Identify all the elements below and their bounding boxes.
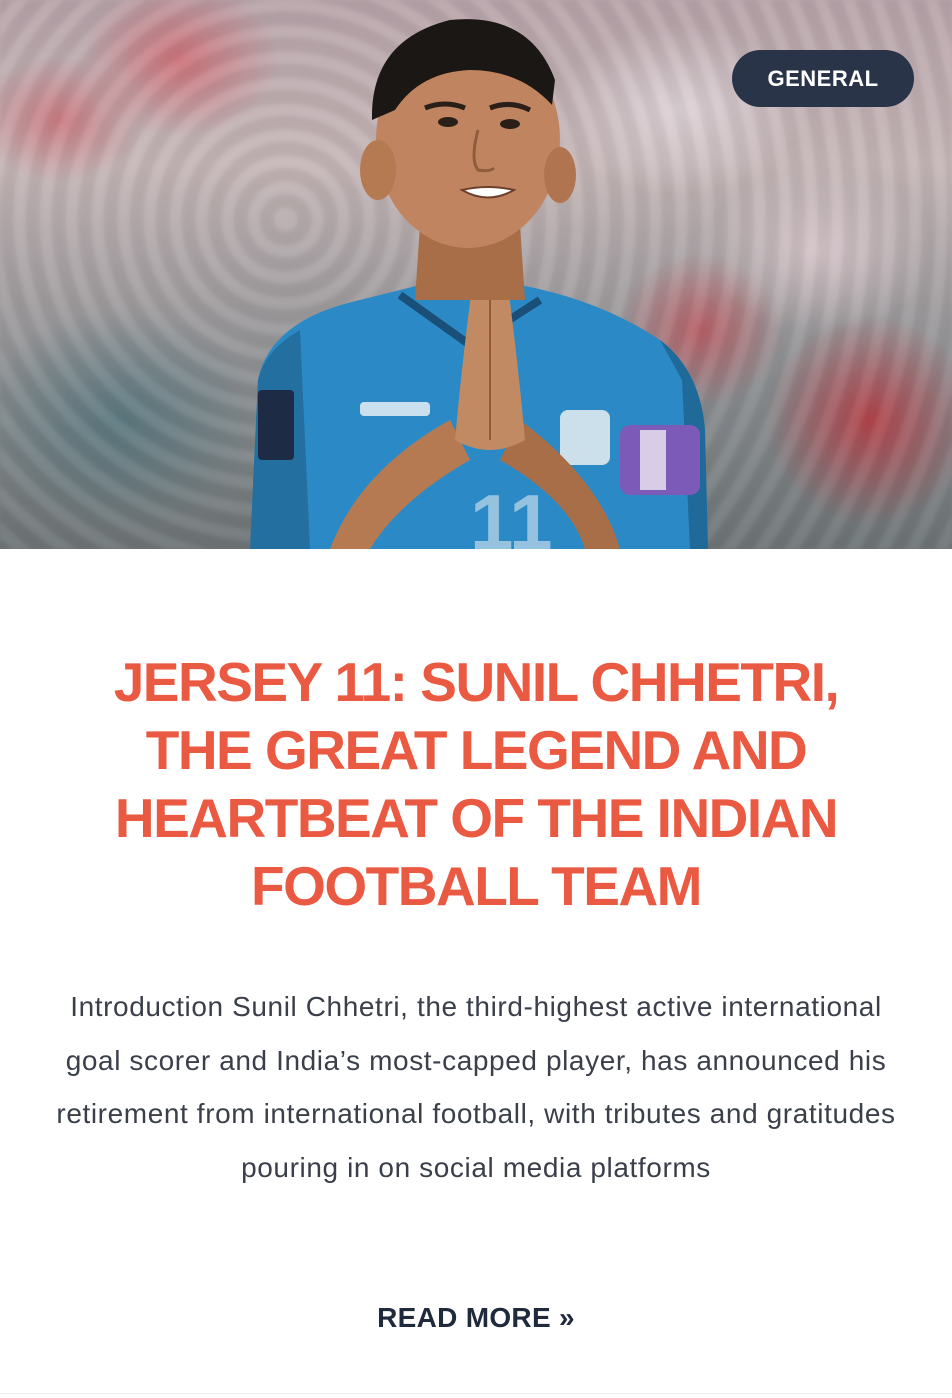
svg-text:11: 11 xyxy=(470,478,552,549)
featured-image[interactable]: 11 GENERAL xyxy=(0,0,952,549)
read-more-link[interactable]: READ MORE » xyxy=(0,1302,952,1334)
category-badge[interactable]: GENERAL xyxy=(732,50,914,107)
post-excerpt: Introduction Sunil Chhetri, the third-hi… xyxy=(56,991,896,1183)
card-divider xyxy=(0,1393,952,1394)
post-title[interactable]: JERSEY 11: SUNIL CHHETRI, THE GREAT LEGE… xyxy=(60,648,892,920)
